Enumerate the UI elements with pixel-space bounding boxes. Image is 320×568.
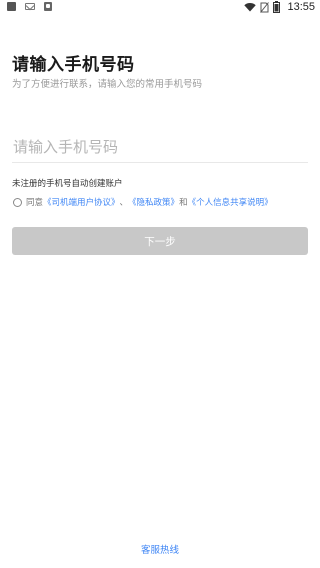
auto-register-hint: 未注册的手机号自动创建账户 [12, 179, 123, 189]
customer-service-hotline-link[interactable]: 客服热线 [0, 542, 320, 556]
battery-icon [273, 1, 281, 13]
mail-icon [25, 3, 35, 10]
agreement-separator: 、 [119, 198, 129, 208]
status-bar-left [7, 2, 52, 11]
info-sharing-link[interactable]: 《个人信息共享说明》 [188, 196, 273, 208]
page-subtitle: 为了方便进行联系，请输入您的常用手机号码 [12, 79, 203, 90]
phone-number-input[interactable] [12, 132, 308, 162]
agreement-prefix: 同意 [26, 198, 44, 208]
wifi-icon [244, 3, 257, 12]
privacy-policy-link[interactable]: 《隐私政策》 [128, 196, 179, 208]
agreement-conjunction: 和 [179, 198, 188, 208]
status-bar: 13:55 [0, 0, 320, 14]
agreement-row: 同意 《司机端用户协议》 、 《隐私政策》 和 《个人信息共享说明》 [13, 196, 273, 208]
page-title: 请输入手机号码 [12, 55, 135, 75]
no-sim-icon [260, 1, 270, 13]
app-a-icon [44, 2, 52, 11]
status-time: 13:55 [287, 1, 315, 13]
phone-input-container [12, 132, 308, 163]
status-bar-right: 13:55 [244, 1, 315, 13]
agreement-radio[interactable] [13, 197, 22, 207]
app-square-icon [7, 2, 16, 11]
next-step-button[interactable]: 下一步 [12, 227, 308, 255]
user-agreement-link[interactable]: 《司机端用户协议》 [43, 196, 120, 208]
